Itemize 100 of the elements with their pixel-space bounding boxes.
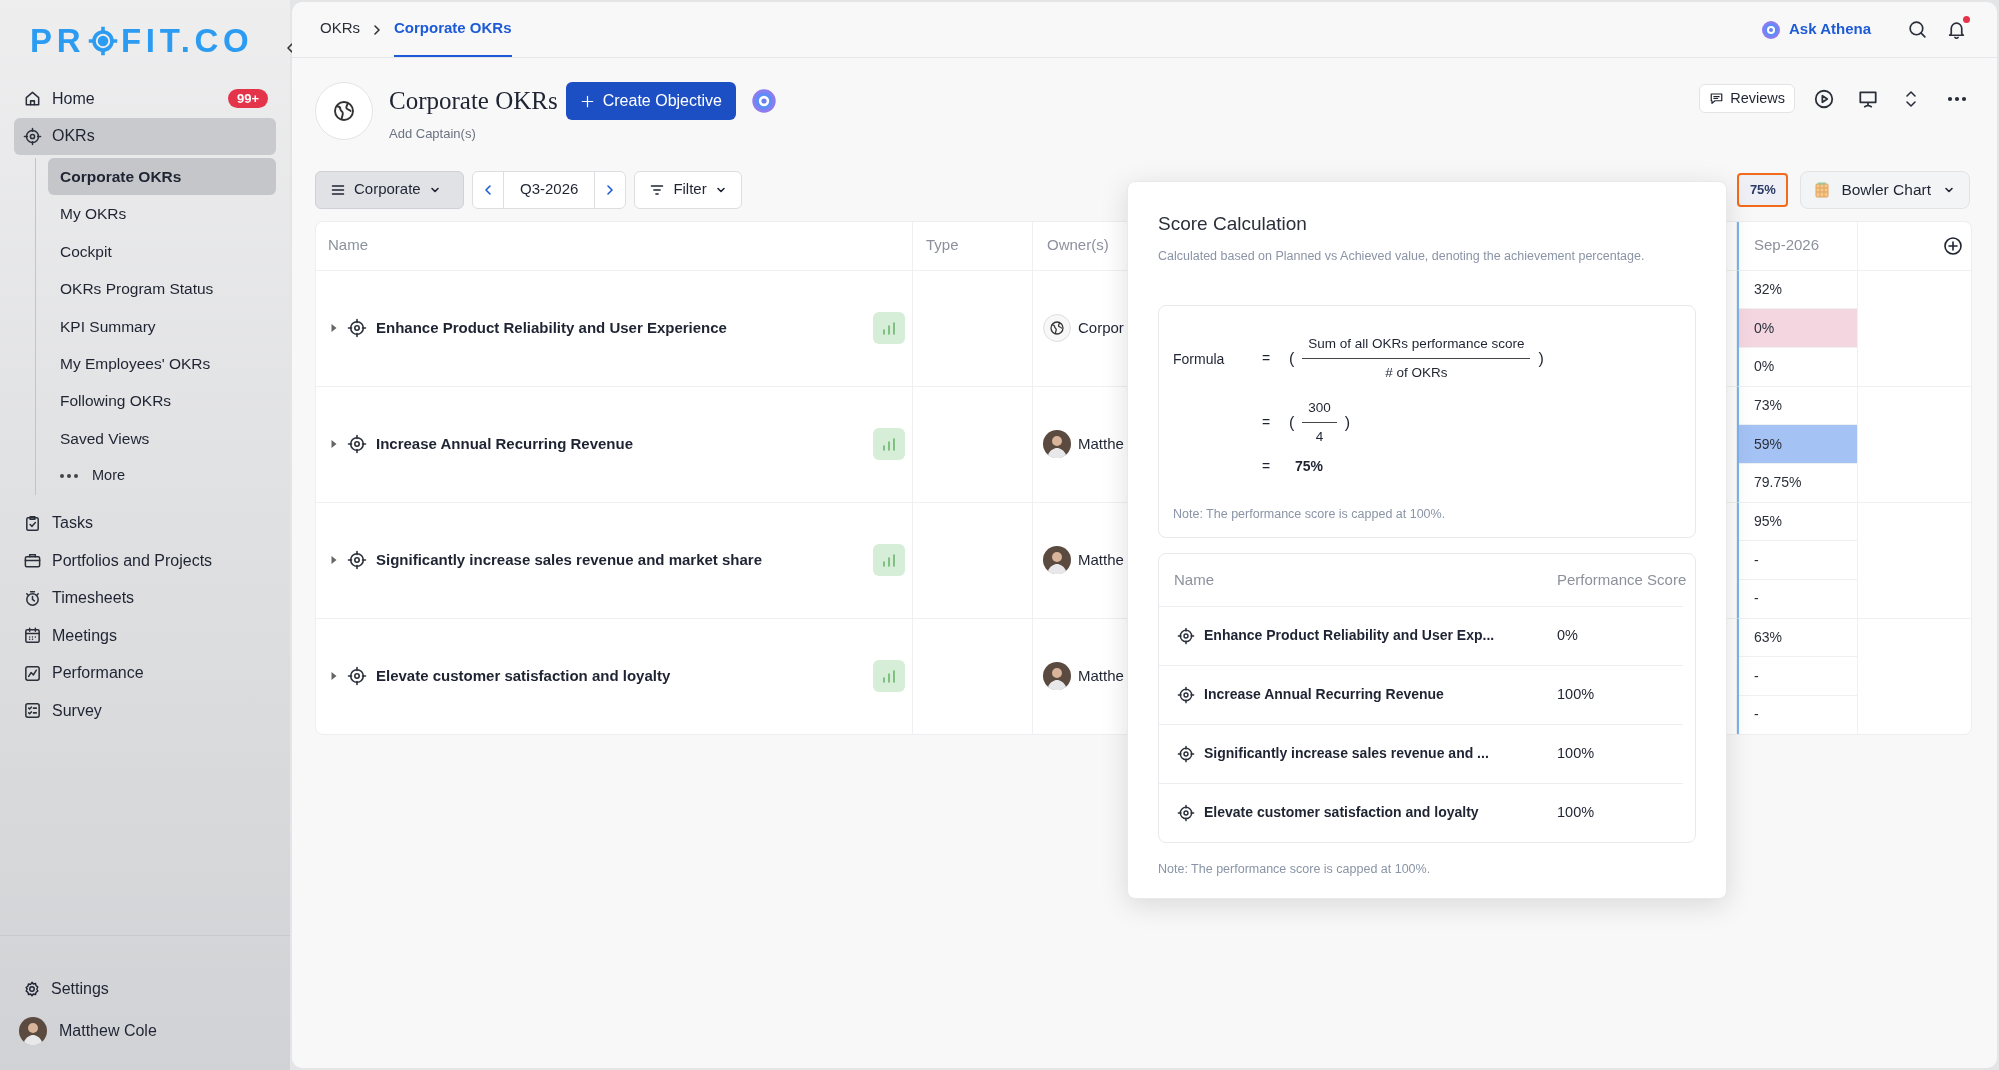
objective-name[interactable]: Enhance Product Reliability and User Experience bbox=[376, 316, 727, 340]
bar-chart-icon bbox=[881, 437, 897, 451]
orb-icon bbox=[1761, 19, 1782, 40]
nav-item[interactable]: Portfolios and Projects bbox=[14, 542, 276, 580]
owner-name: Corpor bbox=[1078, 317, 1124, 338]
score-cell: - bbox=[1739, 694, 1857, 734]
objective-name: Increase Annual Recurring Revenue bbox=[1204, 685, 1445, 705]
plus-icon bbox=[579, 93, 595, 109]
target-icon bbox=[1177, 744, 1195, 763]
globe-icon bbox=[1049, 320, 1065, 336]
chart-button[interactable] bbox=[873, 312, 905, 344]
create-objective-button[interactable]: Create Objective bbox=[565, 82, 736, 120]
score-value: 100% bbox=[1557, 684, 1596, 704]
nav-subitem[interactable]: Saved Views bbox=[48, 419, 276, 458]
nav-subitem[interactable]: My Employees' OKRs bbox=[48, 344, 276, 383]
objective-name: Elevate customer satisfaction and loyalty bbox=[1204, 803, 1480, 823]
owner-name: Matthe bbox=[1078, 665, 1124, 686]
chart-button[interactable] bbox=[873, 660, 905, 692]
breadcrumb-link[interactable]: Corporate OKRs bbox=[394, 2, 512, 57]
comment-icon bbox=[1709, 91, 1725, 106]
logo: PR FIT.CO bbox=[30, 24, 254, 57]
denominator: # of OKRs bbox=[1385, 364, 1448, 383]
nav-subitem[interactable]: KPI Summary bbox=[48, 307, 276, 345]
parenthesis: ( bbox=[1289, 412, 1295, 433]
target-icon bbox=[347, 666, 367, 686]
score-cell-text: 32% bbox=[1753, 279, 1784, 299]
line-chart-icon bbox=[23, 663, 42, 683]
add-captain-link[interactable]: Add Captain(s) bbox=[389, 124, 777, 144]
expand-toggle[interactable] bbox=[330, 323, 338, 333]
column-header: Name bbox=[1174, 569, 1215, 590]
formula-label: Formula bbox=[1173, 350, 1225, 367]
nav-item[interactable]: Survey bbox=[14, 692, 276, 730]
target-icon bbox=[1177, 803, 1195, 822]
score-cell: - bbox=[1739, 540, 1857, 579]
reviews-button[interactable]: Reviews bbox=[1699, 84, 1795, 113]
calendar-icon bbox=[23, 626, 42, 646]
formula-result: 75% bbox=[1295, 457, 1324, 477]
nav-subitem[interactable]: Corporate OKRs bbox=[48, 158, 276, 196]
period-label: Q3-2026 bbox=[519, 179, 580, 200]
target-icon bbox=[23, 126, 42, 146]
filter-button[interactable]: Filter bbox=[634, 170, 742, 209]
grid-icon bbox=[1815, 181, 1830, 198]
expand-toggle[interactable] bbox=[330, 671, 338, 681]
more-icon bbox=[60, 472, 78, 479]
objective-name: Significantly increase sales revenue and ... bbox=[1204, 744, 1490, 764]
chevron-right-icon bbox=[605, 183, 616, 196]
avatar bbox=[1043, 430, 1071, 458]
bar-chart-icon bbox=[881, 553, 897, 567]
nav-item[interactable]: Settings bbox=[14, 970, 276, 1007]
nav-item[interactable]: Tasks bbox=[14, 504, 276, 542]
nav-subitem[interactable]: My OKRs bbox=[48, 195, 276, 233]
view-dropdown[interactable]: Corporate bbox=[315, 170, 464, 209]
score-cell: 0% bbox=[1739, 346, 1857, 386]
search-icon bbox=[1907, 19, 1928, 40]
nav-item[interactable]: OKRs bbox=[14, 117, 276, 155]
nav-item[interactable]: Performance bbox=[14, 654, 276, 692]
parenthesis: ( bbox=[1289, 348, 1295, 369]
score-cell: - bbox=[1739, 656, 1857, 695]
numerator: Sum of all OKRs performance score bbox=[1302, 334, 1531, 360]
nav-item[interactable]: Timesheets bbox=[14, 579, 276, 617]
nav-subitem[interactable]: Following OKRs bbox=[48, 382, 276, 420]
target-icon bbox=[1177, 626, 1195, 645]
expand-toggle[interactable] bbox=[330, 439, 338, 449]
equals-sign: = bbox=[1260, 349, 1272, 369]
caret-icon bbox=[330, 439, 338, 449]
nav-subitem[interactable]: Cockpit bbox=[48, 232, 276, 271]
assistant-button[interactable]: Ask Athena bbox=[1761, 18, 1871, 41]
column-header: Name bbox=[328, 235, 368, 256]
profile-link[interactable]: Matthew Cole bbox=[14, 1010, 276, 1052]
expand-toggle[interactable] bbox=[330, 555, 338, 565]
score-value: 0% bbox=[1557, 625, 1579, 645]
notification-badge: 99+ bbox=[227, 89, 268, 109]
column-header: Type bbox=[926, 235, 959, 256]
breadcrumb-link[interactable]: OKRs bbox=[320, 2, 360, 57]
objective-name[interactable]: Significantly increase sales revenue and market share bbox=[376, 548, 763, 572]
nav-item[interactable]: Home 99+ bbox=[14, 80, 276, 118]
objective-name: Enhance Product Reliability and User Exp... bbox=[1204, 626, 1496, 646]
objective-name[interactable]: Elevate customer satisfaction and loyalty bbox=[376, 664, 671, 688]
play-icon bbox=[1813, 87, 1835, 110]
settings-icon bbox=[23, 979, 41, 998]
checklist-icon bbox=[23, 701, 42, 721]
caret-icon bbox=[330, 555, 338, 565]
objective-name[interactable]: Increase Annual Recurring Revenue bbox=[376, 432, 634, 456]
chart-view-dropdown[interactable]: Bowler Chart bbox=[1800, 170, 1970, 209]
nav-item[interactable]: Meetings bbox=[14, 617, 276, 655]
numerator: 300 bbox=[1302, 398, 1337, 424]
score-button[interactable]: 75% bbox=[1737, 172, 1789, 207]
chart-button[interactable] bbox=[873, 428, 905, 460]
chevron-left-icon bbox=[483, 183, 493, 196]
chevron-right-icon bbox=[372, 23, 382, 36]
globe-icon bbox=[332, 99, 356, 123]
avatar bbox=[1043, 662, 1071, 690]
avatar bbox=[1043, 546, 1071, 574]
more-link[interactable]: More bbox=[48, 457, 276, 495]
owner-name: Matthe bbox=[1078, 433, 1124, 454]
equals-sign: = bbox=[1260, 457, 1272, 477]
page-title: Corporate OKRs bbox=[389, 86, 558, 117]
popover-title: Score Calculation bbox=[1158, 211, 1308, 236]
nav-subitem[interactable]: OKRs Program Status bbox=[48, 270, 276, 308]
chart-button[interactable] bbox=[873, 544, 905, 576]
